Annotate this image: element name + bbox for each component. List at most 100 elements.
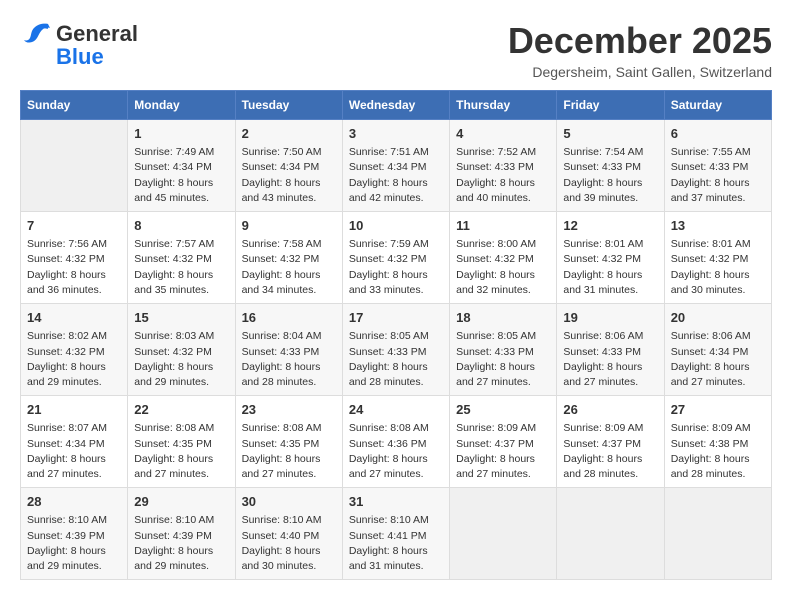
day-info: Sunrise: 8:08 AM Sunset: 4:35 PM Dayligh…: [134, 421, 228, 482]
logo: General Blue: [20, 20, 138, 70]
day-number: 25: [456, 401, 550, 419]
calendar-cell: 6Sunrise: 7:55 AM Sunset: 4:33 PM Daylig…: [664, 120, 771, 212]
calendar-cell: 18 Sunrise: 8:05 AM Sunset: 4:33 PM Dayli…: [450, 304, 557, 396]
calendar-cell: 11 Sunrise: 8:00 AM Sunset: 4:32 PM Dayli…: [450, 212, 557, 304]
calendar-week-5: 28 Sunrise: 8:10 AM Sunset: 4:39 PM Dayli…: [21, 488, 772, 580]
calendar-cell: 28 Sunrise: 8:10 AM Sunset: 4:39 PM Dayli…: [21, 488, 128, 580]
day-number: 27: [671, 401, 765, 419]
calendar-cell: [21, 120, 128, 212]
calendar-week-3: 14 Sunrise: 8:02 AM Sunset: 4:32 PM Dayli…: [21, 304, 772, 396]
day-info: Sunrise: 7:59 AM Sunset: 4:32 PM Dayligh…: [349, 237, 443, 298]
calendar-cell: 26 Sunrise: 8:09 AM Sunset: 4:37 PM Dayli…: [557, 396, 664, 488]
calendar-cell: 17Sunrise: 8:05 AM Sunset: 4:33 PM Dayli…: [342, 304, 449, 396]
calendar-cell: [557, 488, 664, 580]
day-number: 29: [134, 493, 228, 511]
calendar-cell: 31 Sunrise: 8:10 AM Sunset: 4:41 PM Dayli…: [342, 488, 449, 580]
header-thursday: Thursday: [450, 91, 557, 120]
day-number: 8: [134, 217, 228, 235]
calendar-header-row: SundayMondayTuesdayWednesdayThursdayFrid…: [21, 91, 772, 120]
header-sunday: Sunday: [21, 91, 128, 120]
calendar-cell: 19 Sunrise: 8:06 AM Sunset: 4:33 PM Dayli…: [557, 304, 664, 396]
day-info: Sunrise: 7:56 AM Sunset: 4:32 PM Dayligh…: [27, 237, 121, 298]
day-number: 26: [563, 401, 657, 419]
day-info: Sunrise: 8:08 AM Sunset: 4:36 PM Dayligh…: [349, 421, 443, 482]
day-info: Sunrise: 8:08 AM Sunset: 4:35 PM Dayligh…: [242, 421, 336, 482]
calendar-cell: 20 Sunrise: 8:06 AM Sunset: 4:34 PM Dayli…: [664, 304, 771, 396]
calendar-cell: 23 Sunrise: 8:08 AM Sunset: 4:35 PM Dayli…: [235, 396, 342, 488]
day-number: 2: [242, 125, 336, 143]
calendar-week-2: 7 Sunrise: 7:56 AM Sunset: 4:32 PM Daylig…: [21, 212, 772, 304]
day-number: 22: [134, 401, 228, 419]
day-number: 28: [27, 493, 121, 511]
day-info: Sunrise: 8:00 AM Sunset: 4:32 PM Dayligh…: [456, 237, 550, 298]
day-info: Sunrise: 7:55 AM Sunset: 4:33 PM Dayligh…: [671, 145, 765, 206]
day-number: 11: [456, 217, 550, 235]
calendar-cell: 1Sunrise: 7:49 AM Sunset: 4:34 PM Daylig…: [128, 120, 235, 212]
day-info: Sunrise: 7:51 AM Sunset: 4:34 PM Dayligh…: [349, 145, 443, 206]
day-number: 10: [349, 217, 443, 235]
day-number: 31: [349, 493, 443, 511]
day-info: Sunrise: 8:10 AM Sunset: 4:39 PM Dayligh…: [27, 513, 121, 574]
logo-bird-icon: [20, 20, 52, 48]
day-info: Sunrise: 8:06 AM Sunset: 4:33 PM Dayligh…: [563, 329, 657, 390]
day-number: 18: [456, 309, 550, 327]
day-info: Sunrise: 8:05 AM Sunset: 4:33 PM Dayligh…: [456, 329, 550, 390]
calendar-cell: 12Sunrise: 8:01 AM Sunset: 4:32 PM Dayli…: [557, 212, 664, 304]
calendar-cell: 15 Sunrise: 8:03 AM Sunset: 4:32 PM Dayli…: [128, 304, 235, 396]
header-wednesday: Wednesday: [342, 91, 449, 120]
day-info: Sunrise: 8:10 AM Sunset: 4:39 PM Dayligh…: [134, 513, 228, 574]
calendar-cell: 16 Sunrise: 8:04 AM Sunset: 4:33 PM Dayli…: [235, 304, 342, 396]
day-number: 19: [563, 309, 657, 327]
calendar-cell: 3 Sunrise: 7:51 AM Sunset: 4:34 PM Daylig…: [342, 120, 449, 212]
calendar-cell: 21Sunrise: 8:07 AM Sunset: 4:34 PM Dayli…: [21, 396, 128, 488]
day-number: 5: [563, 125, 657, 143]
header-tuesday: Tuesday: [235, 91, 342, 120]
day-info: Sunrise: 8:09 AM Sunset: 4:37 PM Dayligh…: [563, 421, 657, 482]
day-number: 13: [671, 217, 765, 235]
day-info: Sunrise: 8:10 AM Sunset: 4:41 PM Dayligh…: [349, 513, 443, 574]
page-header: General Blue December 2025 Degersheim, S…: [20, 20, 772, 80]
calendar-week-1: 1Sunrise: 7:49 AM Sunset: 4:34 PM Daylig…: [21, 120, 772, 212]
day-info: Sunrise: 8:03 AM Sunset: 4:32 PM Dayligh…: [134, 329, 228, 390]
day-number: 20: [671, 309, 765, 327]
day-number: 4: [456, 125, 550, 143]
calendar-cell: [450, 488, 557, 580]
day-number: 23: [242, 401, 336, 419]
day-info: Sunrise: 8:01 AM Sunset: 4:32 PM Dayligh…: [563, 237, 657, 298]
calendar-cell: 24Sunrise: 8:08 AM Sunset: 4:36 PM Dayli…: [342, 396, 449, 488]
day-info: Sunrise: 8:06 AM Sunset: 4:34 PM Dayligh…: [671, 329, 765, 390]
header-monday: Monday: [128, 91, 235, 120]
month-title: December 2025: [508, 20, 772, 62]
calendar-cell: 10 Sunrise: 7:59 AM Sunset: 4:32 PM Dayli…: [342, 212, 449, 304]
day-number: 16: [242, 309, 336, 327]
day-number: 3: [349, 125, 443, 143]
logo-blue: Blue: [56, 44, 104, 70]
day-info: Sunrise: 7:52 AM Sunset: 4:33 PM Dayligh…: [456, 145, 550, 206]
calendar-cell: 4 Sunrise: 7:52 AM Sunset: 4:33 PM Daylig…: [450, 120, 557, 212]
calendar-cell: 8 Sunrise: 7:57 AM Sunset: 4:32 PM Daylig…: [128, 212, 235, 304]
day-info: Sunrise: 8:05 AM Sunset: 4:33 PM Dayligh…: [349, 329, 443, 390]
day-number: 14: [27, 309, 121, 327]
title-section: December 2025 Degersheim, Saint Gallen, …: [508, 20, 772, 80]
location-subtitle: Degersheim, Saint Gallen, Switzerland: [508, 64, 772, 80]
day-info: Sunrise: 8:10 AM Sunset: 4:40 PM Dayligh…: [242, 513, 336, 574]
day-info: Sunrise: 8:02 AM Sunset: 4:32 PM Dayligh…: [27, 329, 121, 390]
header-friday: Friday: [557, 91, 664, 120]
day-info: Sunrise: 7:57 AM Sunset: 4:32 PM Dayligh…: [134, 237, 228, 298]
calendar-cell: 5Sunrise: 7:54 AM Sunset: 4:33 PM Daylig…: [557, 120, 664, 212]
calendar-week-4: 21Sunrise: 8:07 AM Sunset: 4:34 PM Dayli…: [21, 396, 772, 488]
calendar-table: SundayMondayTuesdayWednesdayThursdayFrid…: [20, 90, 772, 580]
calendar-cell: 7 Sunrise: 7:56 AM Sunset: 4:32 PM Daylig…: [21, 212, 128, 304]
day-number: 9: [242, 217, 336, 235]
calendar-cell: 25 Sunrise: 8:09 AM Sunset: 4:37 PM Dayli…: [450, 396, 557, 488]
calendar-cell: 2Sunrise: 7:50 AM Sunset: 4:34 PM Daylig…: [235, 120, 342, 212]
day-info: Sunrise: 7:49 AM Sunset: 4:34 PM Dayligh…: [134, 145, 228, 206]
day-info: Sunrise: 7:58 AM Sunset: 4:32 PM Dayligh…: [242, 237, 336, 298]
day-number: 7: [27, 217, 121, 235]
calendar-cell: 14 Sunrise: 8:02 AM Sunset: 4:32 PM Dayli…: [21, 304, 128, 396]
day-number: 15: [134, 309, 228, 327]
day-info: Sunrise: 8:04 AM Sunset: 4:33 PM Dayligh…: [242, 329, 336, 390]
day-info: Sunrise: 8:01 AM Sunset: 4:32 PM Dayligh…: [671, 237, 765, 298]
day-info: Sunrise: 8:09 AM Sunset: 4:37 PM Dayligh…: [456, 421, 550, 482]
day-number: 21: [27, 401, 121, 419]
